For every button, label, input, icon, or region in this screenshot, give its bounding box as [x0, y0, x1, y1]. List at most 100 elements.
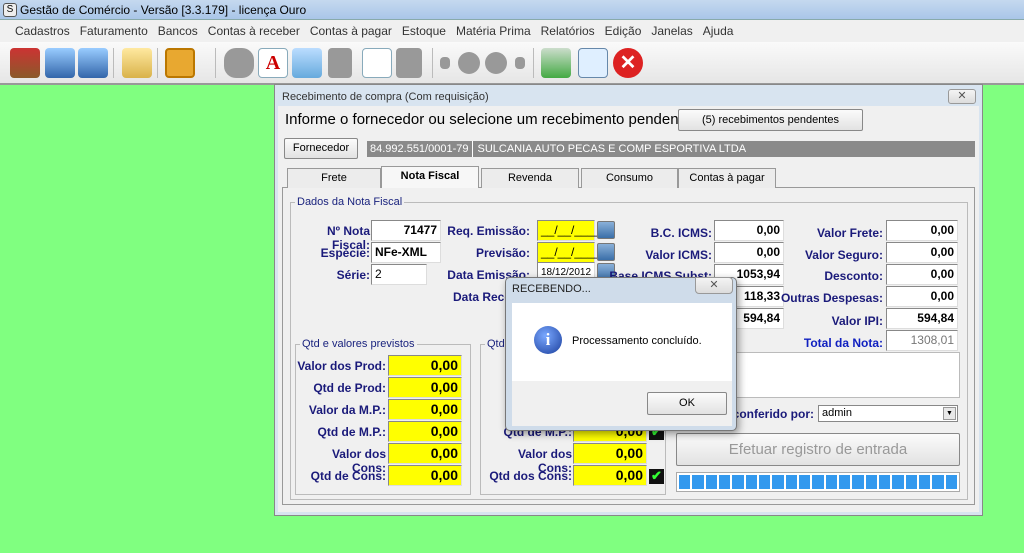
- calendar-icon[interactable]: [597, 243, 615, 261]
- progress-segment: [692, 475, 704, 489]
- menu-relatorios[interactable]: Relatórios: [536, 20, 600, 42]
- row-value: 0,00: [388, 377, 462, 398]
- menu-estoque[interactable]: Estoque: [397, 20, 451, 42]
- row-value: 0,00: [388, 443, 462, 464]
- progress-segment: [772, 475, 784, 489]
- progress-segment: [812, 475, 824, 489]
- group-legend: Qtd: [487, 338, 505, 350]
- row-label: Valor dos Prod:: [297, 359, 386, 373]
- dialog-footer: OK: [512, 381, 732, 426]
- total-nota-input: 1308,01: [886, 330, 958, 351]
- calendar-icon[interactable]: [597, 221, 615, 239]
- pending-receipts-button[interactable]: (5) recebimentos pendentes: [678, 109, 863, 131]
- menu-cadastros[interactable]: Cadastros: [10, 20, 75, 42]
- especie-input[interactable]: NFe-XML: [371, 242, 441, 263]
- desconto-input[interactable]: 0,00: [886, 264, 958, 285]
- previsao-label: Previsão:: [475, 246, 530, 260]
- tab-revenda[interactable]: Revenda: [481, 168, 579, 188]
- progress-segment: [892, 475, 904, 489]
- dialog-body: i Processamento concluído.: [512, 303, 732, 381]
- separator: [533, 48, 534, 78]
- dialog-close-button[interactable]: ✕: [695, 277, 733, 294]
- outras-despesas-label: Outras Despesas:: [780, 291, 883, 305]
- outras-despesas-input[interactable]: 0,00: [886, 286, 958, 307]
- valor-seguro-input[interactable]: 0,00: [886, 242, 958, 263]
- ok-button[interactable]: OK: [647, 392, 727, 415]
- menu-edicao[interactable]: Edição: [600, 20, 647, 42]
- progress-segment: [798, 475, 811, 489]
- menu-faturamento[interactable]: Faturamento: [75, 20, 153, 42]
- separator: [215, 48, 216, 78]
- supplier-button[interactable]: Fornecedor: [284, 138, 358, 159]
- prompt-text: Informe o fornecedor ou selecione um rec…: [285, 111, 696, 128]
- menu-janelas[interactable]: Janelas: [646, 20, 697, 42]
- key-icon[interactable]: [165, 48, 195, 78]
- computer-money-icon[interactable]: [78, 48, 108, 78]
- last-icon: [515, 57, 525, 69]
- chevron-down-icon[interactable]: ▼: [943, 407, 956, 420]
- tab-nota-fiscal[interactable]: Nota Fiscal: [381, 166, 479, 188]
- bc-icms-label: B.C. ICMS:: [650, 226, 712, 240]
- info-icon: i: [534, 326, 562, 354]
- menu-bancos[interactable]: Bancos: [153, 20, 203, 42]
- check-icon: ✔: [649, 469, 664, 484]
- progress-segment: [745, 475, 757, 489]
- bc-icms-input[interactable]: 0,00: [714, 220, 784, 241]
- dialog-title: RECEBENDO...: [512, 283, 591, 295]
- tab-contas-pagar[interactable]: Contas à pagar: [678, 168, 776, 188]
- menu-materia-prima[interactable]: Matéria Prima: [451, 20, 536, 42]
- search-doc-icon[interactable]: [578, 48, 608, 78]
- window-close-button[interactable]: ✕: [948, 89, 976, 104]
- row-value: 0,00: [388, 399, 462, 420]
- recycle-icon[interactable]: [292, 48, 322, 78]
- progress-bar: [676, 472, 960, 492]
- chart-money-icon[interactable]: [541, 48, 571, 78]
- row-label: Qtd dos Cons:: [489, 469, 572, 483]
- dialog-message: Processamento concluído.: [572, 335, 702, 347]
- edit-doc-icon[interactable]: [362, 48, 392, 78]
- register-entry-button[interactable]: Efetuar registro de entrada: [676, 433, 960, 466]
- document-a-icon[interactable]: A: [258, 48, 288, 78]
- menu-ajuda[interactable]: Ajuda: [698, 20, 739, 42]
- group-legend: Dados da Nota Fiscal: [297, 196, 403, 208]
- progress-segment: [878, 475, 891, 489]
- valor-ipi-input[interactable]: 594,84: [886, 308, 958, 329]
- progress-segment: [705, 475, 717, 489]
- numero-input[interactable]: 71477: [371, 220, 441, 241]
- receiving-dialog: RECEBENDO... ✕ i Processamento concluído…: [505, 277, 737, 431]
- tab-consumo[interactable]: Consumo: [581, 168, 678, 188]
- previsao-input[interactable]: __/__/____: [537, 242, 601, 263]
- progress-segment: [825, 475, 837, 489]
- valor-icms-label: Valor ICMS:: [645, 248, 712, 262]
- progress-segment: [785, 475, 797, 489]
- valor-ipi-label: Valor IPI:: [831, 314, 883, 328]
- supplier-name: SULCANIA AUTO PECAS E COMP ESPORTIVA LTD…: [477, 143, 747, 155]
- serie-input[interactable]: 2: [371, 264, 427, 285]
- conferido-select[interactable]: admin ▼: [818, 405, 958, 422]
- close-red-icon[interactable]: ✕: [613, 48, 643, 78]
- menu-contas-pagar[interactable]: Contas à pagar: [305, 20, 397, 42]
- req-emissao-input[interactable]: __/__/____: [537, 220, 601, 241]
- progress-segment: [852, 475, 864, 489]
- row-value: 0,00: [573, 443, 647, 464]
- folder-icon[interactable]: [122, 48, 152, 78]
- req-emissao-label: Req. Emissão:: [447, 224, 530, 238]
- separator: [432, 48, 433, 78]
- valor-icms-input[interactable]: 0,00: [714, 242, 784, 263]
- progress-segment: [679, 475, 691, 489]
- toolbar: A ✕: [0, 42, 1024, 85]
- progress-segment: [905, 475, 917, 489]
- menu-contas-receber[interactable]: Contas à receber: [203, 20, 305, 42]
- row-label: Qtd de Cons:: [310, 469, 386, 483]
- serie-label: Série:: [336, 268, 370, 282]
- tab-frete[interactable]: Frete: [287, 168, 381, 188]
- app-title-bar: Gestão de Comércio - Versão [3.3.179] - …: [0, 0, 1024, 20]
- progress-segment: [932, 475, 944, 489]
- conferido-value: admin: [822, 407, 852, 419]
- especie-label: Espécie:: [320, 246, 370, 260]
- computer-tools-icon[interactable]: [45, 48, 75, 78]
- progress-segment: [865, 475, 877, 489]
- box-icon[interactable]: [10, 48, 40, 78]
- total-nota-label: Total da Nota:: [803, 336, 883, 350]
- valor-frete-input[interactable]: 0,00: [886, 220, 958, 241]
